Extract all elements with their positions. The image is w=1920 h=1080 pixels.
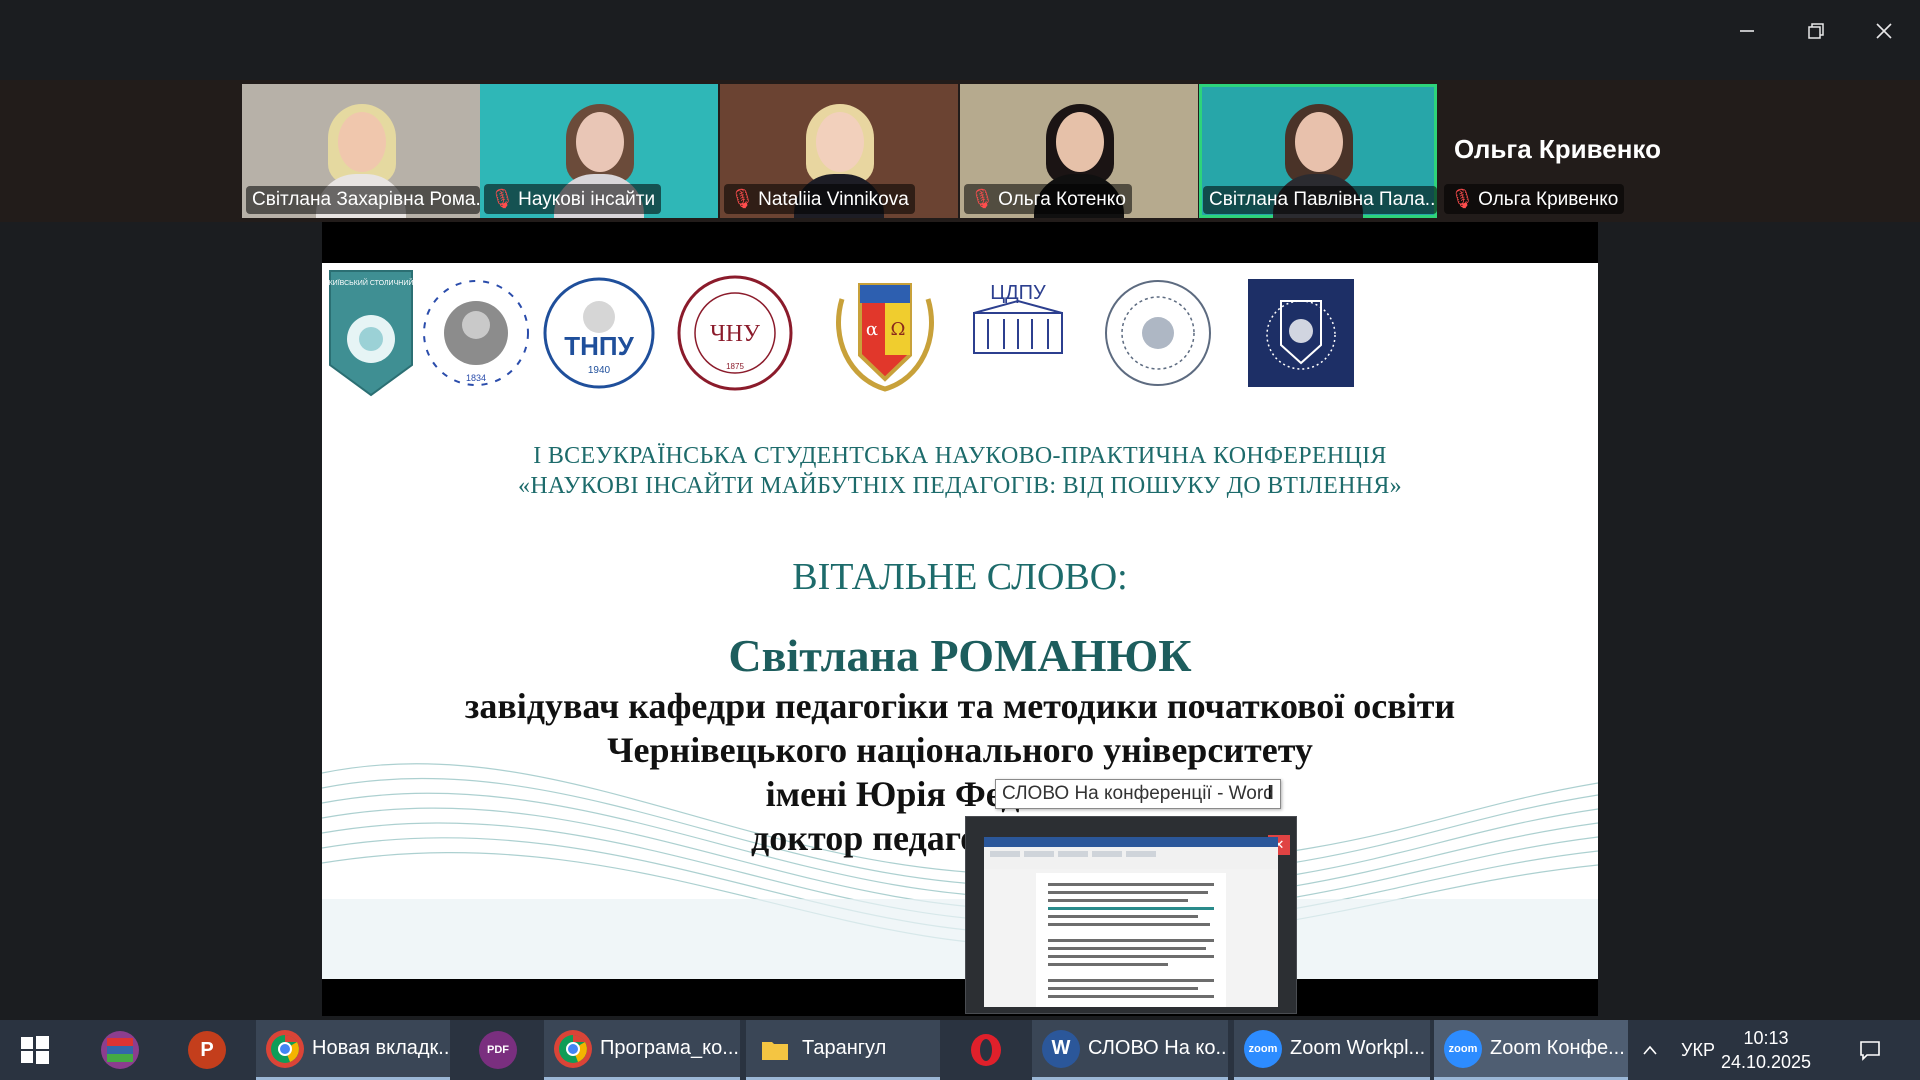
taskbar-item-label: Zoom Workpl...	[1290, 1037, 1426, 1059]
document-thumbnail	[984, 837, 1278, 1007]
logo-chnu: ЧНУ 1875	[676, 269, 794, 397]
participant-name-label: 🎙 Nataliia Vinnikova	[724, 184, 915, 214]
taskbar-item-label: Програма_ко...	[600, 1037, 739, 1059]
speaker-role-line4: доктор педагогічних наук	[751, 818, 1169, 858]
taskbar-item-label: Новая вкладк...	[312, 1037, 450, 1059]
muted-mic-icon: 🎙	[730, 188, 755, 210]
participant-name-label: 🎙 Ольга Кривенко	[1444, 184, 1625, 214]
chrome-icon	[554, 1029, 592, 1068]
taskbar-item-word[interactable]: W СЛОВО На ко...	[1032, 1020, 1228, 1080]
conference-title-line2: «НАУКОВІ ІНСАЙТИ МАЙБУТНІХ ПЕДАГОГІВ: ВІ…	[518, 473, 1402, 499]
taskbar-tooltip: СЛОВО На конференції - Word	[995, 779, 1281, 809]
system-clock[interactable]: 10:13 24.10.2025	[1716, 1026, 1816, 1074]
zoom-icon: zoom	[1244, 1029, 1282, 1068]
taskbar-item-label: Zoom Конфе...	[1490, 1037, 1625, 1059]
powerpoint-icon: P	[188, 1031, 226, 1069]
taskbar-item-pdf[interactable]: PDF	[458, 1020, 538, 1080]
participant-name-label: 🎙 Ольга Котенко	[964, 184, 1132, 214]
taskbar-item-label: СЛОВО На ко...	[1088, 1037, 1228, 1059]
logo-alpha-omega: αΩ	[830, 269, 940, 397]
svg-text:Ω: Ω	[891, 319, 906, 340]
logo-drogobych: 1834	[418, 269, 534, 397]
participant-tile[interactable]: 🎙 Ольга Котенко	[960, 84, 1198, 218]
folder-icon	[756, 1030, 794, 1068]
taskbar-item-zoom[interactable]: zoom Zoom Workpl...	[1234, 1020, 1430, 1080]
conference-title-line1: І ВСЕУКРАЇНСЬКА СТУДЕНТСЬКА НАУКОВО-ПРАК…	[533, 443, 1387, 469]
text-cursor-icon: I	[1267, 782, 1273, 804]
taskbar-item-chrome[interactable]: Новая вкладк...	[256, 1020, 450, 1080]
svg-text:α: α	[866, 319, 878, 340]
participant-tile[interactable]: Світлана Захарівна Рома...	[242, 84, 480, 218]
winrar-icon	[101, 1031, 139, 1069]
opera-icon	[967, 1031, 1005, 1069]
speaker-name: Світлана РОМАНЮК	[728, 630, 1192, 681]
clock-date: 24.10.2025	[1720, 1052, 1812, 1072]
muted-mic-icon: 🎙	[1450, 188, 1475, 210]
close-icon[interactable]	[1860, 10, 1908, 52]
logo-tnpu: ТНПУ 1940	[542, 269, 656, 397]
speaker-role-line2: Чернівецького національного університету	[607, 730, 1313, 770]
taskbar-item-zoom[interactable]: zoom Zoom Конфе...	[1434, 1020, 1628, 1080]
participant-name-label: 🎙 Наукові інсайти	[484, 184, 662, 214]
zoom-icon: zoom	[1444, 1029, 1482, 1068]
participant-tile[interactable]: 🎙 Nataliia Vinnikova	[720, 84, 958, 218]
participant-tile-active-speaker[interactable]: Ольга Кривенко 🎙 Ольга Кривенко	[1440, 84, 1678, 218]
participant-name-label: Світлана Захарівна Рома...	[246, 186, 480, 214]
svg-text:1875: 1875	[726, 362, 744, 371]
logo-cdpu: ЦДПУ	[958, 269, 1078, 397]
presentation-slide: КИЇВСЬКИЙ СТОЛИЧНИЙ 1834 ТНПУ 1940 ЧНУ 187…	[322, 263, 1598, 979]
logo-coat-of-arms	[1248, 269, 1354, 397]
logo-kubg: КИЇВСЬКИЙ СТОЛИЧНИЙ	[328, 269, 414, 397]
taskbar-item-chrome[interactable]: Програма_ко...	[544, 1020, 740, 1080]
speaker-role-line1: завідувач кафедри педагогіки та методики…	[464, 686, 1456, 726]
muted-mic-icon: 🎙	[490, 188, 515, 210]
taskbar-item-label: Тарангул	[802, 1037, 887, 1059]
taskbar-item-folder[interactable]: Тарангул	[746, 1020, 940, 1080]
greeting-heading: ВІТАЛЬНЕ СЛОВО:	[792, 556, 1128, 598]
taskbar-item-opera[interactable]	[946, 1020, 1026, 1080]
svg-text:КИЇВСЬКИЙ СТОЛИЧНИЙ: КИЇВСЬКИЙ СТОЛИЧНИЙ	[329, 278, 414, 287]
word-window-preview[interactable]: ✕	[965, 816, 1297, 1014]
chrome-icon	[266, 1029, 304, 1068]
participant-name-label: Світлана Павлівна Пала...	[1203, 186, 1437, 214]
participant-display-name: Ольга Кривенко	[1454, 134, 1661, 164]
minimize-icon[interactable]	[1723, 10, 1771, 52]
taskbar-item-windows-start[interactable]	[0, 1020, 70, 1080]
svg-text:ТНПУ: ТНПУ	[564, 331, 634, 361]
pdf-icon: PDF	[479, 1031, 517, 1069]
svg-text:ЧНУ: ЧНУ	[710, 321, 760, 347]
windows-start-icon	[16, 1031, 54, 1069]
participant-tile[interactable]: 🎙 Наукові інсайти	[480, 84, 718, 218]
word-icon: W	[1042, 1029, 1080, 1068]
muted-mic-icon: 🎙	[970, 188, 995, 210]
svg-text:1940: 1940	[588, 365, 611, 376]
logo-university-seal	[1098, 269, 1218, 397]
participant-tile[interactable]: Світлана Павлівна Пала...	[1199, 84, 1437, 218]
show-hidden-icons-icon[interactable]	[1632, 1020, 1668, 1080]
restore-icon[interactable]	[1792, 10, 1840, 52]
notifications-icon[interactable]	[1842, 1020, 1898, 1080]
taskbar-item-powerpoint[interactable]: P	[168, 1020, 246, 1080]
svg-text:1834: 1834	[466, 373, 486, 383]
zoom-title-bar	[0, 0, 1920, 80]
clock-time: 10:13	[1743, 1028, 1789, 1048]
speaker-role-line3: імені Юрія Федьковича	[765, 774, 1155, 814]
taskbar-item-winrar[interactable]	[82, 1020, 158, 1080]
